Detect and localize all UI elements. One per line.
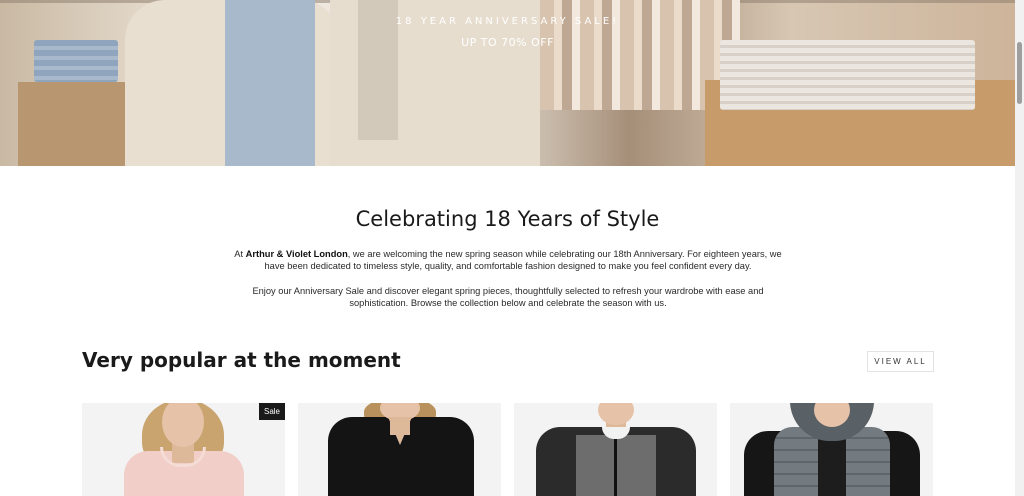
sale-badge: Sale xyxy=(258,403,285,420)
blouse-v-neck xyxy=(388,417,412,445)
view-all-button[interactable]: VIEW ALL xyxy=(867,351,934,372)
hero-kicker: 18 YEAR ANNIVERSARY SALE! xyxy=(395,16,620,27)
hero-shelf-left xyxy=(18,82,130,166)
scrollbar-thumb[interactable] xyxy=(1017,42,1022,104)
product-card[interactable] xyxy=(298,403,501,496)
product-card[interactable] xyxy=(730,403,933,496)
hero-folded-stacks-right xyxy=(720,40,975,110)
intro-paragraph-2: Enjoy our Anniversary Sale and discover … xyxy=(252,286,764,308)
product-card[interactable] xyxy=(514,403,717,496)
intro-paragraph-1: At Arthur & Violet London, we are welcom… xyxy=(232,248,784,272)
section-title-popular: Very popular at the moment xyxy=(82,348,401,372)
hero-banner[interactable]: 18 YEAR ANNIVERSARY SALE! UP TO 70% OFF xyxy=(0,0,1015,166)
model-face xyxy=(598,403,634,425)
intro-title: Celebrating 18 Years of Style xyxy=(355,207,660,231)
hero-text: 18 YEAR ANNIVERSARY SALE! UP TO 70% OFF xyxy=(0,16,1015,49)
page-scrollbar[interactable] xyxy=(1015,0,1024,496)
intro-p1-prefix: At xyxy=(234,249,246,259)
brand-name: Arthur & Violet London xyxy=(245,249,348,259)
product-card[interactable]: Sale xyxy=(82,403,285,496)
hero-offer: UP TO 70% OFF xyxy=(461,36,554,49)
